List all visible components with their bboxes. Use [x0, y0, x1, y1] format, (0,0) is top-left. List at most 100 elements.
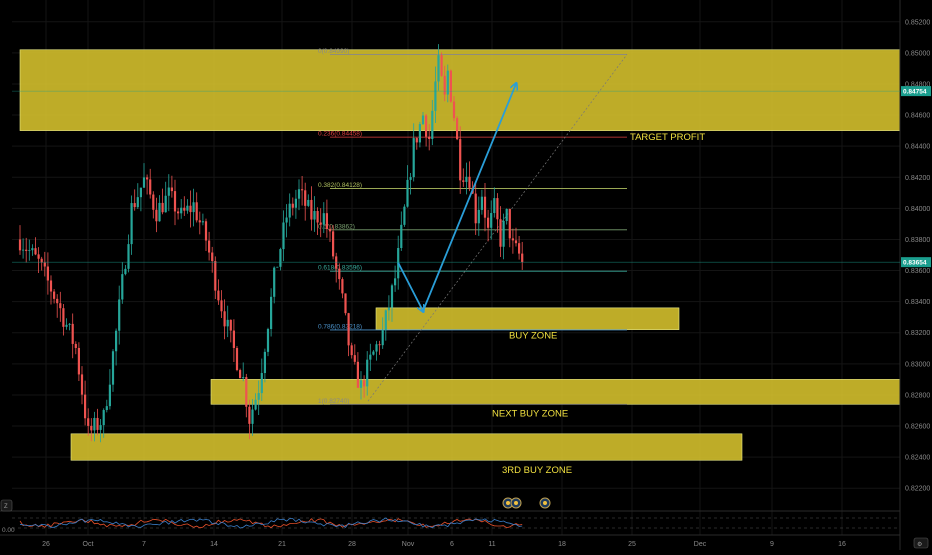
price-tick-label: 0.85000 [905, 50, 930, 57]
third-buy-zone-label: 3RD BUY ZONE [502, 465, 572, 476]
price-tag-label: 0.84754 [903, 89, 927, 96]
candle-body [319, 222, 322, 225]
candle-body [180, 207, 183, 214]
candle-body [235, 347, 239, 371]
candle-body [496, 198, 499, 220]
candle-body [338, 268, 341, 280]
candle-body [37, 254, 40, 259]
third-buy-zone[interactable] [70, 433, 743, 461]
candle-body [356, 361, 359, 388]
candle-body [232, 330, 235, 348]
candle-body [483, 196, 487, 218]
candle-body [245, 377, 248, 407]
price-tick-label: 0.83600 [905, 268, 930, 275]
candle-body [25, 249, 28, 251]
candle-body [406, 179, 409, 207]
candle-body [363, 380, 366, 387]
candle-body [192, 202, 195, 213]
candle-body [229, 319, 232, 331]
time-tick-label: Dec [694, 541, 707, 548]
candle-body [291, 203, 294, 208]
candle-body [226, 319, 229, 327]
candle-body [124, 268, 127, 275]
candle-body [359, 380, 363, 388]
candle-body [208, 240, 211, 253]
candle-body [99, 425, 102, 430]
candle-body [294, 198, 297, 208]
candle-body [149, 179, 152, 195]
candle-body [490, 213, 493, 228]
candle-body [443, 75, 446, 95]
candle-body [239, 370, 242, 379]
candle-body [369, 354, 372, 360]
target-zone[interactable] [19, 49, 901, 131]
candle-body [22, 249, 25, 251]
candle-body [452, 101, 456, 119]
candle-body [310, 199, 313, 220]
fib-label: 0(0.84990) [318, 48, 349, 55]
buy-zone[interactable] [375, 307, 680, 330]
time-tick-label: 9 [770, 541, 774, 548]
candle-body [68, 323, 71, 325]
candle-body [425, 115, 428, 137]
candle-body [437, 55, 440, 82]
candle-body [257, 393, 260, 400]
candle-body [34, 248, 37, 255]
price-tick-label: 0.83200 [905, 330, 930, 337]
price-tick-label: 0.83800 [905, 237, 930, 244]
scale-mode-button-label: Z [4, 504, 8, 510]
candle-body [282, 222, 285, 250]
time-tick-label: 14 [210, 541, 218, 548]
price-zones [19, 49, 901, 461]
candle-body [65, 324, 68, 327]
candle-body [93, 417, 96, 431]
candle-body [276, 266, 279, 268]
candle-body [449, 70, 452, 102]
candle-body [108, 384, 111, 407]
corner-controls: Z⚙ [0, 499, 929, 549]
candle-body [440, 55, 443, 76]
price-tick-label: 0.83400 [905, 299, 930, 306]
candle-body [409, 177, 412, 180]
candle-body [71, 323, 74, 344]
candle-body [223, 311, 226, 327]
fib-label: 0.382(0.84128) [318, 182, 362, 189]
candle-body [217, 290, 220, 301]
indicator-zero-label: 0.00 [2, 527, 15, 534]
projection-arrow-down [397, 262, 423, 311]
candle-body [170, 187, 173, 192]
time-tick-label: Oct [83, 541, 94, 548]
candle-body [201, 221, 204, 223]
candle-body [375, 344, 378, 352]
candle-body [90, 425, 93, 431]
candle-body [121, 274, 124, 300]
candle-body [161, 202, 164, 213]
price-tag-label: 0.83654 [903, 260, 927, 267]
price-tick-label: 0.82600 [905, 424, 930, 431]
next-buy-zone[interactable] [210, 379, 901, 405]
price-chart[interactable]: 0(0.84990) 0.236(0.84458) 0.382(0.84128) 0.… [0, 0, 932, 550]
price-tick-label: 0.85200 [905, 19, 930, 26]
candle-body [118, 299, 121, 331]
price-tick-label: 0.84400 [905, 144, 930, 151]
candle-body [31, 248, 34, 251]
time-tick-label: 28 [348, 541, 356, 548]
candle-body [521, 253, 524, 262]
candle-body [307, 199, 310, 206]
candle-body [195, 202, 198, 221]
time-tick-label: Nov [402, 541, 415, 548]
candle-body [158, 202, 161, 222]
candle-body [477, 209, 480, 224]
candle-body [105, 406, 108, 411]
next-buy-zone-label: NEXT BUY ZONE [492, 408, 568, 419]
candle-body [304, 190, 307, 206]
candle-body [62, 308, 65, 327]
candle-body [270, 296, 273, 330]
time-tick-label: 11 [488, 541, 495, 548]
candle-body [167, 187, 170, 196]
candle-body [394, 278, 397, 286]
buy-zone-label: BUY ZONE [509, 331, 557, 342]
candle-body [139, 187, 142, 198]
candle-body [459, 139, 462, 181]
candle-body [400, 224, 403, 249]
